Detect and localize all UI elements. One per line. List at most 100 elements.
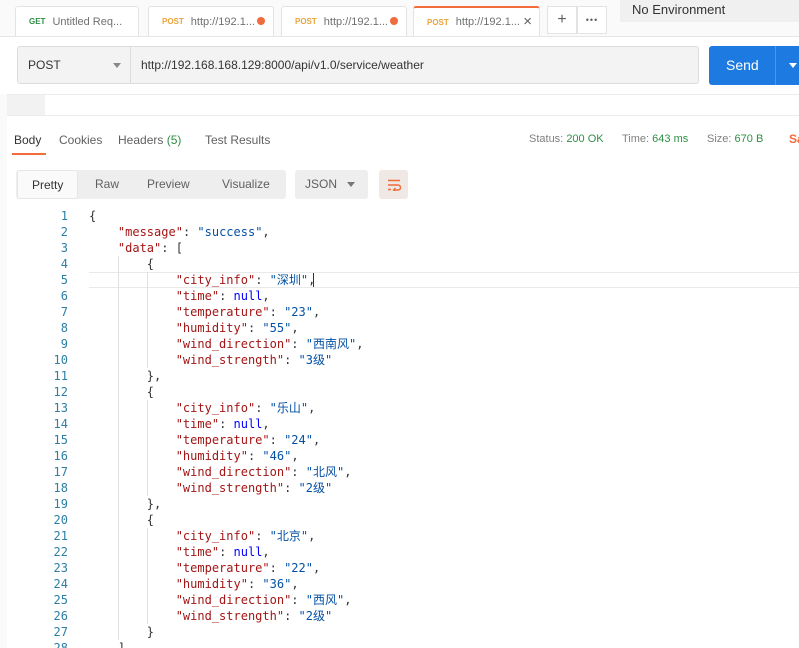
environment-select[interactable]: No Environment (620, 0, 799, 22)
line-number: 11 (53, 369, 68, 383)
json-key: "humidity" (175, 577, 248, 591)
line-number: 14 (53, 417, 68, 431)
line-number: 7 (60, 305, 68, 319)
tab-cookies[interactable]: Cookies (59, 133, 102, 147)
visualize-button[interactable]: Visualize (222, 170, 270, 199)
code-text: "city_info": "乐山", (175, 401, 316, 415)
code-text: "wind_strength": "2级" (175, 481, 333, 495)
format-select[interactable]: JSON (295, 170, 368, 199)
wrap-lines-button[interactable] (379, 170, 408, 199)
request-tab-2[interactable]: POST http://192.1... (148, 6, 274, 36)
preview-button[interactable]: Preview (147, 170, 190, 199)
postman-window: GET Untitled Req... POST http://192.1...… (0, 0, 799, 648)
line-number: 16 (53, 449, 68, 463)
request-tab-3[interactable]: POST http://192.1... (281, 6, 407, 36)
code-text: "data": [ (117, 241, 183, 255)
text-caret (313, 273, 314, 287)
json-string: "24" (284, 433, 313, 447)
line-number: 13 (53, 401, 68, 415)
pretty-button[interactable]: Pretty (17, 170, 79, 199)
tab-label: http://192.1... (190, 15, 255, 28)
line-number: 27 (53, 625, 68, 639)
active-tab-indicator (12, 153, 46, 155)
status-readout: Status: 200 OK (529, 133, 604, 145)
json-null: null (233, 289, 263, 303)
code-text: "time": null, (175, 545, 270, 559)
json-key: "city_info" (175, 273, 256, 287)
json-string: "success" (197, 225, 263, 239)
code-text: "city_info": "深圳", (175, 273, 316, 287)
tab-label: http://192.1... (323, 15, 388, 28)
response-body-editor[interactable]: 1 { 2 "message": "success", 3 "data": [ 4… (0, 208, 799, 648)
tab-headers[interactable]: Headers (5) (118, 133, 181, 147)
code-text: "humidity": "55", (175, 321, 299, 335)
code-text: "wind_direction": "西风", (175, 593, 352, 607)
size-readout: Size: 670 B (707, 133, 763, 145)
line-number: 5 (60, 273, 68, 287)
json-string: "乐山" (269, 401, 309, 415)
send-button[interactable]: Send (709, 46, 799, 85)
line-number: 15 (53, 433, 68, 447)
line-number: 2 (60, 225, 68, 239)
line-number: 12 (53, 385, 68, 399)
tab-test-results[interactable]: Test Results (205, 133, 270, 147)
line-number: 3 (60, 241, 68, 255)
unsaved-dot-icon (390, 17, 398, 25)
line-number: 22 (53, 545, 68, 559)
line-number: 4 (60, 257, 68, 271)
line-number: 24 (53, 577, 68, 591)
code-text: ] (89, 641, 126, 648)
raw-button[interactable]: Raw (95, 170, 119, 199)
unsaved-dot-icon (257, 17, 265, 25)
json-string: "36" (262, 577, 292, 591)
method-badge: POST (295, 17, 317, 26)
code-text: "message": "success", (117, 225, 270, 239)
line-number: 19 (53, 497, 68, 511)
chevron-down-icon[interactable] (789, 63, 797, 68)
json-string: "3级" (298, 353, 333, 367)
tab-body[interactable]: Body (14, 133, 41, 147)
close-icon[interactable]: × (523, 13, 532, 30)
code-text: "wind_direction": "北风", (175, 465, 352, 479)
json-key: "humidity" (175, 449, 248, 463)
request-tab-1[interactable]: GET Untitled Req... (15, 6, 139, 36)
tab-label: http://192.1... (455, 16, 520, 28)
status-value: 200 OK (566, 133, 604, 145)
line-number: 25 (53, 593, 68, 607)
line-number: 6 (60, 289, 68, 303)
request-tab-4[interactable]: POST http://192.1... × (413, 6, 540, 36)
code-text: { (89, 385, 155, 399)
method-label: POST (28, 58, 61, 72)
json-key: "temperature" (175, 561, 270, 575)
method-select[interactable]: POST (17, 46, 131, 84)
code-text: { (89, 257, 155, 271)
time-label: Time: (622, 133, 650, 145)
request-options-strip (7, 94, 799, 116)
code-text: "temperature": "23", (175, 305, 321, 319)
line-number: 28 (53, 641, 68, 648)
save-response-button[interactable]: Sa (789, 132, 799, 146)
json-key: "wind_direction" (175, 593, 292, 607)
method-badge: GET (29, 17, 46, 26)
json-string: "23" (284, 305, 313, 319)
code-text: } (89, 625, 155, 639)
line-number: 21 (53, 529, 68, 543)
chevron-down-icon (113, 63, 121, 68)
line-number: 9 (60, 337, 68, 351)
line-number: 18 (53, 481, 68, 495)
status-label: Status: (529, 133, 564, 145)
url-input[interactable]: http://192.168.168.129:8000/api/v1.0/ser… (131, 46, 699, 84)
size-label: Size: (707, 133, 732, 145)
json-string: "深圳" (269, 273, 309, 287)
json-key: "time" (175, 545, 220, 559)
format-label: JSON (305, 177, 338, 191)
json-key: "city_info" (175, 529, 256, 543)
collapsed-panel (7, 95, 45, 115)
code-text: "time": null, (175, 289, 270, 303)
json-key: "city_info" (175, 401, 256, 415)
more-tabs-button[interactable]: ••• (577, 6, 607, 34)
time-value: 643 ms (652, 133, 689, 145)
new-tab-button[interactable]: + (547, 6, 577, 34)
json-key: "time" (175, 417, 220, 431)
code-text: "time": null, (175, 417, 270, 431)
